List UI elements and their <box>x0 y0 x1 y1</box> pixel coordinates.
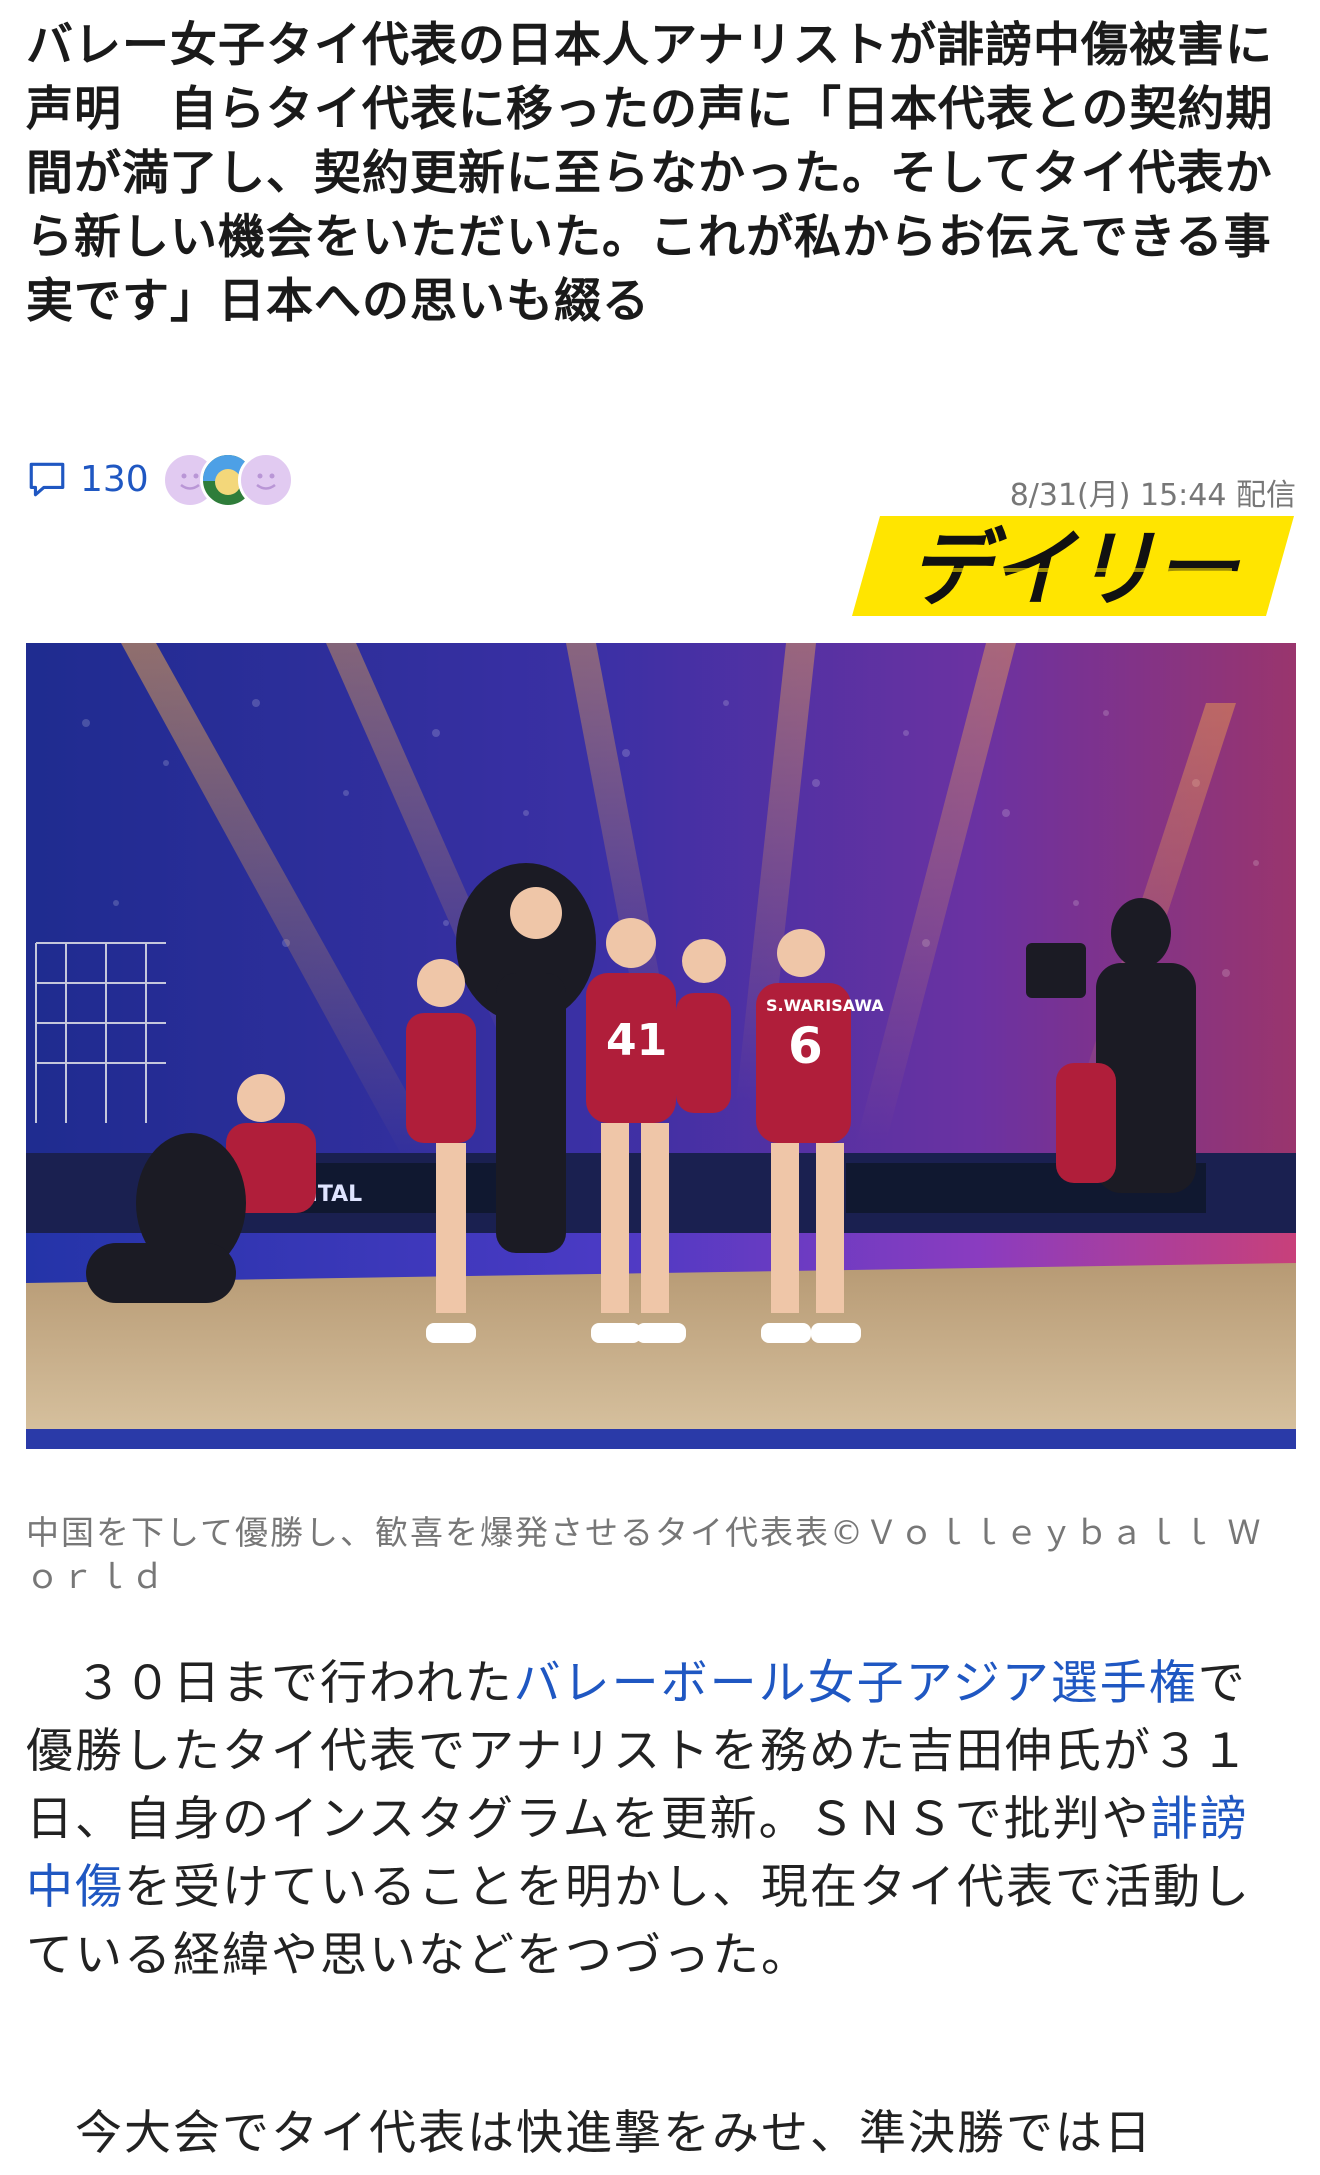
paragraph-text: を受けていることを明かし、現在タイ代表で活動している経緯や思いなどをつづった。 <box>26 1860 1251 1983</box>
article-paragraph-1: ３０日まで行われたバレーボール女子アジア選手権で優勝したタイ代表でアナリストを務… <box>26 1650 1286 1990</box>
article-paragraph-2: 今大会でタイ代表は快進撃をみせ、準決勝では日 <box>26 2106 1153 2161</box>
jersey-number-6: 6 <box>788 1017 823 1075</box>
jersey-number-41: 41 <box>606 1015 667 1066</box>
publish-timestamp: 8/31(月) 15:44 配信 <box>1009 478 1296 513</box>
jersey-name: S.WARISAWA <box>766 996 884 1015</box>
publisher-logo[interactable]: デイリー <box>852 512 1294 620</box>
paragraph-text: ３０日まで行われた <box>26 1656 514 1711</box>
comment-count-link[interactable]: 130 <box>26 458 149 500</box>
smile-reaction-icon <box>238 452 294 508</box>
article-headline: バレー女子タイ代表の日本人アナリストが誹謗中傷被害に声明 自らタイ代表に移ったの… <box>26 18 1274 329</box>
photo-caption: 中国を下して優勝し、歓喜を爆発させるタイ代表表©Ｖｏｌｌｅｙｂａｌｌ Ｗｏｒｌｄ <box>26 1513 1263 1596</box>
link-volleyball-asian-championship[interactable]: バレーボール女子アジア選手権 <box>514 1656 1198 1711</box>
reaction-avatars[interactable] <box>162 452 312 508</box>
article-meta-row: 130 8/31(月) 15:44 配信 <box>26 452 1296 513</box>
comment-count: 130 <box>80 458 149 500</box>
article-photo[interactable]: NENTAL <box>26 643 1296 1449</box>
speech-bubble-icon <box>29 462 65 497</box>
